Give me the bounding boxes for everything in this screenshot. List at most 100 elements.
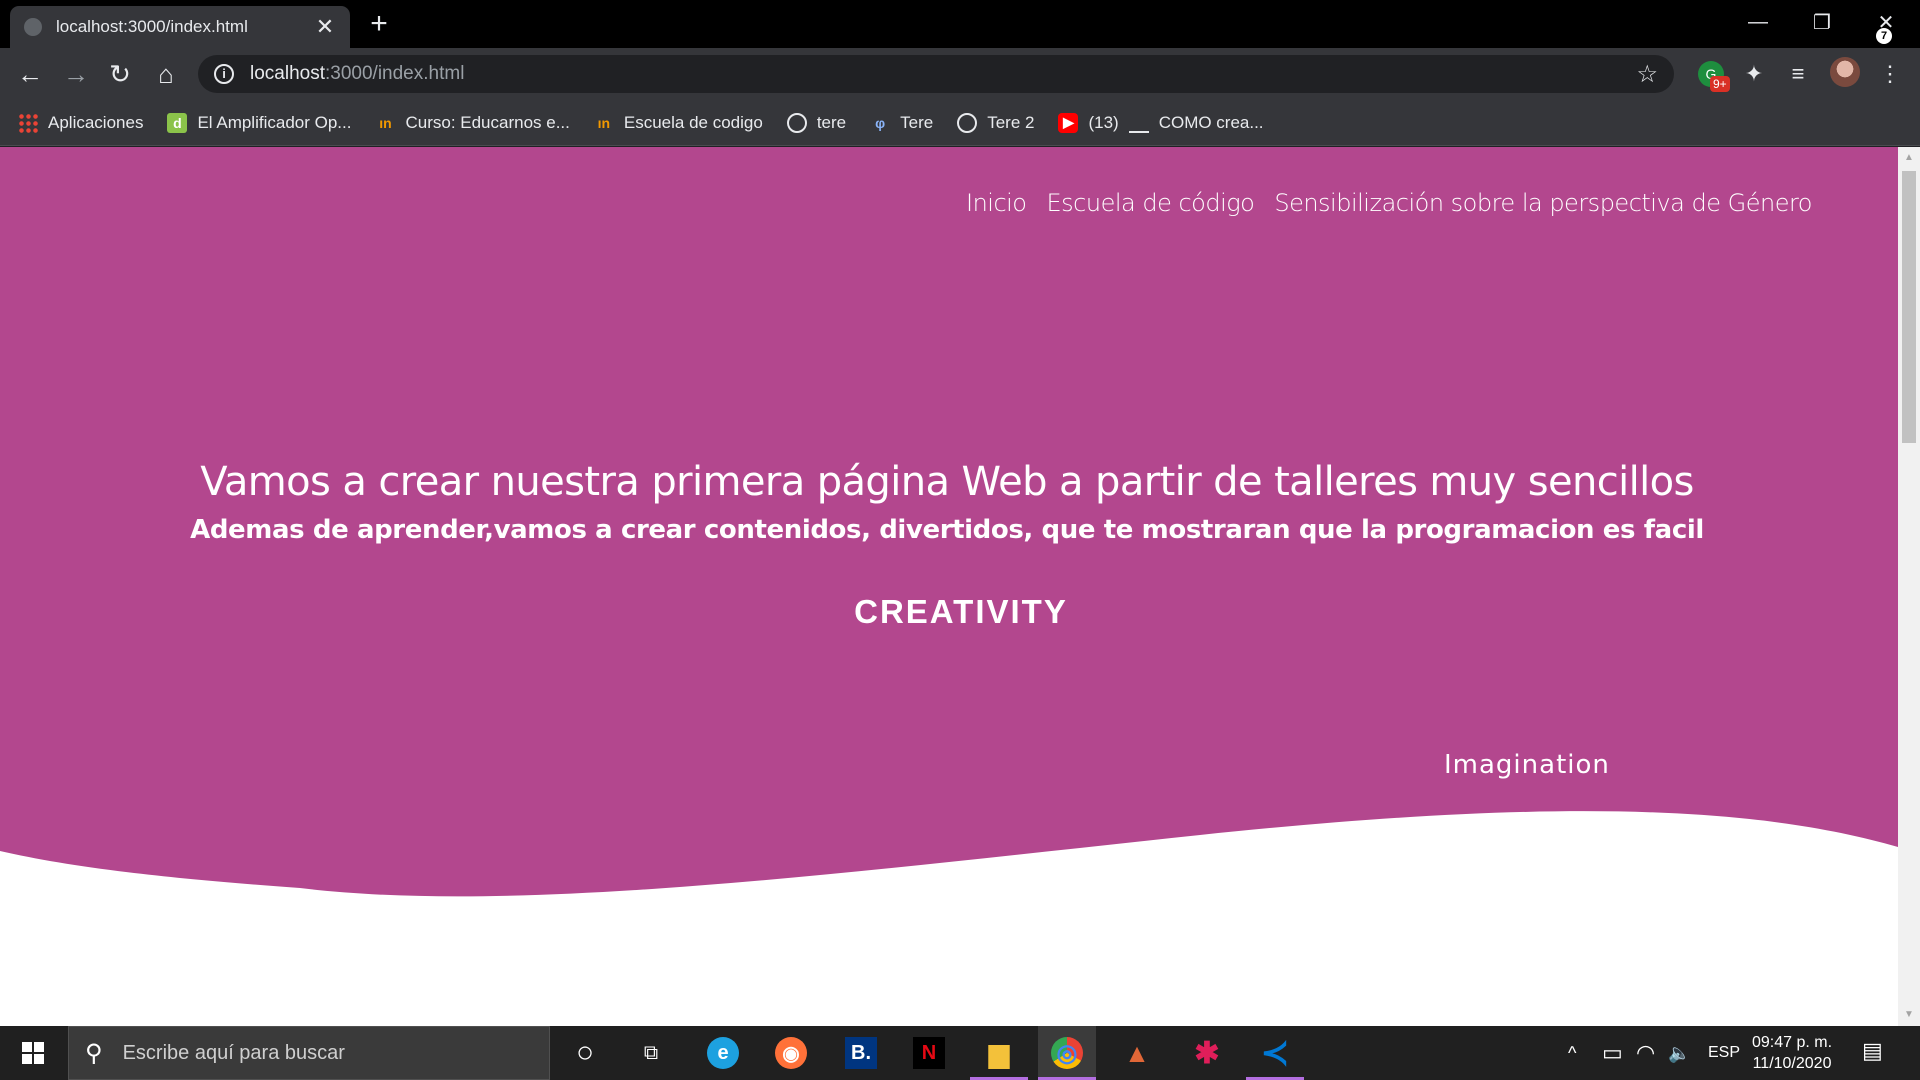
windows-logo-icon	[22, 1042, 44, 1064]
search-placeholder: Escribe aquí para buscar	[122, 1041, 345, 1064]
nav-link-escuela-codigo[interactable]: Escuela de código	[1047, 189, 1255, 217]
folder-icon: ▆	[989, 1037, 1009, 1068]
d-letter-icon: d	[167, 112, 188, 133]
browser-tabstrip: localhost:3000/index.html ✕ + — ❐ ✕	[0, 0, 1920, 48]
nav-link-sensibilizacion[interactable]: Sensibilización sobre la perspectiva de …	[1274, 189, 1812, 217]
clock-time: 09:47 p. m.	[1752, 1034, 1833, 1051]
site-info-icon[interactable]: i	[214, 64, 234, 84]
profile-avatar[interactable]	[1830, 57, 1860, 87]
bookmark-como-crea[interactable]: COMO crea...	[1128, 112, 1264, 133]
windows-taskbar: ⚲ Escribe aquí para buscar ○ ⧉ e ◉ B. N …	[0, 1026, 1920, 1080]
cortana-icon: ○	[575, 1036, 595, 1069]
battery-icon[interactable]: ▭	[1602, 1026, 1623, 1080]
task-view-icon: ⧉	[643, 1041, 659, 1064]
taskbar-app-booking[interactable]: B.	[832, 1026, 890, 1080]
bookmark-tere[interactable]: φ Tere	[870, 113, 933, 133]
tab-title: localhost:3000/index.html	[56, 17, 248, 36]
clock-date: 11/10/2020	[1752, 1055, 1832, 1072]
cortana-button[interactable]: ○	[556, 1026, 614, 1080]
reload-button[interactable]: ↻	[102, 56, 138, 92]
vscode-icon: ≺	[1260, 1034, 1290, 1072]
netflix-icon: N	[913, 1037, 945, 1069]
nav-link-inicio[interactable]: Inicio	[966, 189, 1027, 217]
bookmark-curso-educarnos[interactable]: ın Curso: Educarnos e...	[375, 112, 570, 133]
extension-badge: 9+	[1710, 76, 1730, 92]
browser-tab[interactable]: localhost:3000/index.html ✕	[10, 6, 350, 48]
search-icon: ⚲	[85, 1039, 103, 1067]
booking-icon: B.	[845, 1037, 877, 1069]
taskbar-app-edge[interactable]: e	[694, 1026, 752, 1080]
browser-toolbar: ← → ↻ ⌂ i localhost :3000/index.html ☆ G…	[0, 48, 1920, 100]
apps-grid-icon	[18, 112, 38, 133]
start-button[interactable]	[0, 1026, 66, 1080]
browser-menu-icon[interactable]: ⋮	[1874, 58, 1906, 90]
bookmark-label: Curso: Educarnos e...	[405, 112, 570, 132]
taskbar-app-firefox[interactable]: ◉	[762, 1026, 820, 1080]
hero-subtitle: Ademas de aprender,vamos a crear conteni…	[190, 515, 1704, 545]
taskbar-app-matlab[interactable]: ▲	[1108, 1026, 1166, 1080]
bookmark-label: COMO crea...	[1158, 112, 1264, 132]
bookmark-tere-2[interactable]: Tere 2	[957, 112, 1035, 133]
hero-title: Vamos a crear nuestra primera página Web…	[200, 459, 1694, 505]
action-center-icon[interactable]: ▤	[1862, 1038, 1890, 1066]
close-tab-icon[interactable]: ✕	[314, 16, 336, 38]
globe-icon	[24, 18, 42, 36]
bookmark-escuela-codigo[interactable]: ın Escuela de codigo	[594, 113, 763, 133]
taskbar-app-vscode[interactable]: ≺	[1246, 1026, 1304, 1080]
youtube-icon: ▶	[1058, 112, 1079, 133]
minimize-button[interactable]: —	[1728, 4, 1788, 40]
address-bar[interactable]: i localhost :3000/index.html ☆	[198, 55, 1674, 93]
globe-icon	[957, 112, 978, 133]
firefox-icon: ◉	[775, 1037, 807, 1069]
back-button[interactable]: ←	[12, 56, 48, 92]
edge-icon: e	[707, 1037, 739, 1069]
task-view-button[interactable]: ⧉	[622, 1026, 680, 1080]
window-icon	[1128, 113, 1149, 133]
page-viewport: Inicio Escuela de código Sensibilización…	[0, 147, 1898, 1026]
taskbar-app-file-explorer[interactable]: ▆	[970, 1026, 1028, 1080]
globe-icon	[786, 112, 807, 133]
taskbar-app-slack[interactable]: ✱	[1178, 1026, 1236, 1080]
url-path: :3000/index.html	[325, 63, 465, 84]
page-scrollbar[interactable]: ▲ ▼	[1898, 147, 1920, 1026]
matlab-icon: ▲	[1124, 1037, 1150, 1068]
site-nav: Inicio Escuela de código Sensibilización…	[966, 189, 1813, 217]
media-control-icon[interactable]: ≡	[1782, 58, 1814, 90]
bookmark-label: El Amplificador Op...	[197, 112, 352, 132]
bookmark-label: Aplicaciones	[48, 112, 144, 132]
bookmark-amplificador[interactable]: d El Amplificador Op...	[167, 112, 352, 133]
taskbar-app-chrome[interactable]: ◎	[1038, 1026, 1096, 1080]
phi-logo-icon: φ	[875, 114, 886, 131]
notification-count-badge: 7	[1876, 28, 1892, 44]
restore-button[interactable]: ❐	[1792, 4, 1852, 40]
bookmark-label: tere	[816, 112, 847, 132]
bookmark-youtube[interactable]: ▶ (13)	[1058, 112, 1119, 133]
taskbar-app-netflix[interactable]: N	[900, 1026, 958, 1080]
taskbar-search[interactable]: ⚲ Escribe aquí para buscar	[68, 1026, 550, 1080]
home-button[interactable]: ⌂	[148, 56, 184, 92]
new-tab-button[interactable]: +	[364, 9, 394, 40]
bookmark-label: Tere	[900, 112, 934, 132]
scroll-down-arrow-icon[interactable]: ▼	[1898, 1006, 1920, 1024]
bookmark-star-icon[interactable]: ☆	[1636, 60, 1658, 89]
url-host: localhost	[250, 63, 325, 84]
scrollbar-thumb[interactable]	[1902, 171, 1916, 443]
bookmark-label: Tere 2	[987, 112, 1035, 132]
taskbar-clock[interactable]: 09:47 p. m. 11/10/2020	[1752, 1032, 1832, 1074]
chrome-icon: ◎	[1051, 1037, 1083, 1069]
input-language[interactable]: ESP	[1708, 1026, 1740, 1080]
bookmark-tere-lower[interactable]: tere	[786, 112, 847, 133]
scroll-up-arrow-icon[interactable]: ▲	[1898, 149, 1920, 167]
in-logo-icon: ın	[379, 114, 392, 131]
bookmark-aplicaciones[interactable]: Aplicaciones	[18, 112, 144, 133]
extensions-puzzle-icon[interactable]: ✦	[1738, 58, 1770, 90]
volume-icon[interactable]: 🔈	[1668, 1026, 1690, 1080]
forward-button[interactable]: →	[58, 56, 94, 92]
bookmarks-bar: Aplicaciones d El Amplificador Op... ın …	[0, 100, 1920, 146]
slack-icon: ✱	[1194, 1036, 1220, 1070]
animated-word-imagination: Imagination	[1444, 750, 1610, 780]
tray-overflow-chevron-icon[interactable]: ^	[1568, 1026, 1576, 1080]
in-logo-icon: ın	[597, 114, 611, 131]
wifi-icon[interactable]: ◠	[1636, 1026, 1655, 1080]
animated-word-creativity: CREATIVITY	[854, 593, 1068, 630]
